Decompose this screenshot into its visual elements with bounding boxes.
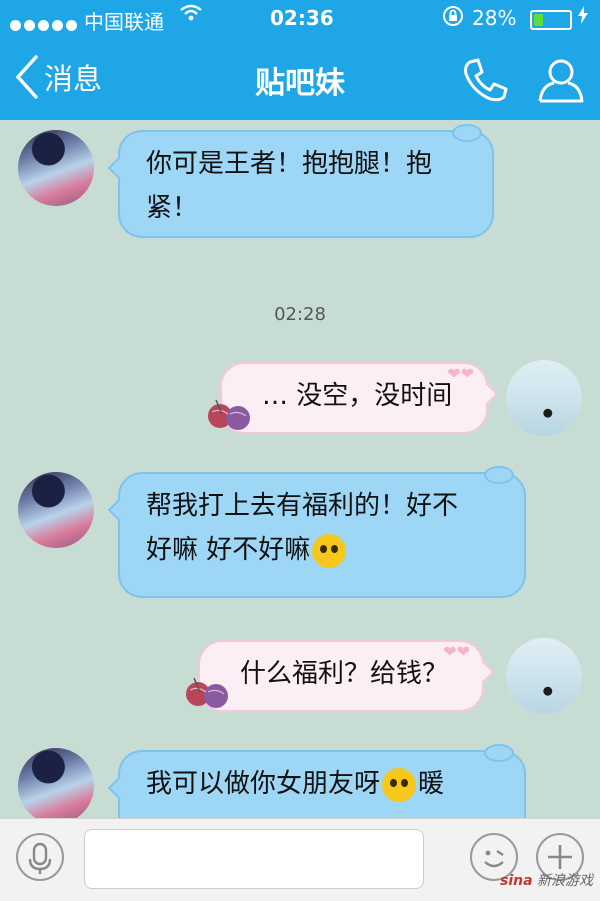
profile-button[interactable] <box>536 55 586 105</box>
my-avatar[interactable] <box>506 638 582 714</box>
phone-call-button[interactable] <box>460 56 510 104</box>
status-bar: 中国联通 02:36 28% <box>0 0 600 38</box>
back-label: 消息 <box>44 62 103 96</box>
message-bubble-received[interactable]: 我可以做你女朋友呀 暖 <box>107 744 526 818</box>
chat-area[interactable]: 你可是王者！抱抱腿！抱 紧！ 02:28 ❤❤ … 没空，没时间 帮我打上去有福… <box>0 120 600 818</box>
battery-fill <box>534 14 544 26</box>
bubble-fish-decoration <box>484 744 514 762</box>
charging-icon <box>578 6 588 28</box>
contact-avatar[interactable] <box>18 130 94 206</box>
top-bar: 中国联通 02:36 28% 消息 贴吧妹 <box>0 0 600 120</box>
back-button[interactable]: 消息 <box>14 54 102 100</box>
message-bubble-received[interactable]: 你可是王者！抱抱腿！抱 紧！ <box>107 124 494 238</box>
phone-icon <box>464 58 508 102</box>
lock-rotation-icon <box>442 5 464 32</box>
happy-emoji-icon <box>382 767 417 802</box>
message-bubble-sent[interactable]: ❤❤ … 没空，没时间 <box>220 362 499 434</box>
message-bubble-sent[interactable]: ❤❤ 什么福利？给钱？ <box>198 640 495 712</box>
bubble-fish-decoration <box>452 124 482 142</box>
sad-emoji-icon <box>312 533 347 568</box>
yarn-ball-icon <box>208 399 250 430</box>
message-text: 帮我打上去有福利的！好不 好嘛 好不好嘛 <box>146 491 459 565</box>
contact-avatar[interactable] <box>18 748 94 818</box>
message-timestamp: 02:28 <box>274 304 326 325</box>
bubble-tail <box>475 382 499 406</box>
signal-dots-icon <box>10 12 80 36</box>
battery-percent: 28% <box>472 6 517 30</box>
bubble-tail <box>107 498 131 522</box>
contact-avatar[interactable] <box>18 472 94 548</box>
bubble-fish-decoration <box>484 466 514 484</box>
message-text: … 没空，没时间 <box>262 381 453 411</box>
bubble-tail <box>471 660 495 684</box>
microphone-icon <box>28 842 52 874</box>
message-text: 你可是王者！抱抱腿！抱 紧！ <box>146 149 433 223</box>
back-chevron-icon <box>15 55 38 99</box>
message-text: 我可以做你女朋友呀 <box>146 769 381 799</box>
carrier-name: 中国联通 <box>84 10 164 34</box>
message-input[interactable] <box>84 829 424 889</box>
battery-icon <box>530 10 572 30</box>
my-avatar[interactable] <box>506 360 582 436</box>
message-text-continued: 暖 <box>418 769 445 799</box>
voice-input-button[interactable] <box>16 833 64 881</box>
status-time: 02:36 <box>270 6 334 30</box>
wifi-icon <box>180 4 202 27</box>
profile-icon <box>538 59 584 103</box>
heart-decoration: ❤❤ <box>443 642 470 661</box>
bubble-tail <box>107 156 131 180</box>
yarn-ball-icon <box>186 677 228 708</box>
watermark: sina 新浪游戏 <box>500 873 593 889</box>
bubble-tail <box>107 776 131 800</box>
heart-decoration: ❤❤ <box>447 364 474 383</box>
message-bubble-received[interactable]: 帮我打上去有福利的！好不 好嘛 好不好嘛 <box>107 466 526 598</box>
chat-title: 贴吧妹 <box>255 66 345 101</box>
message-text: 什么福利？给钱？ <box>240 659 449 689</box>
